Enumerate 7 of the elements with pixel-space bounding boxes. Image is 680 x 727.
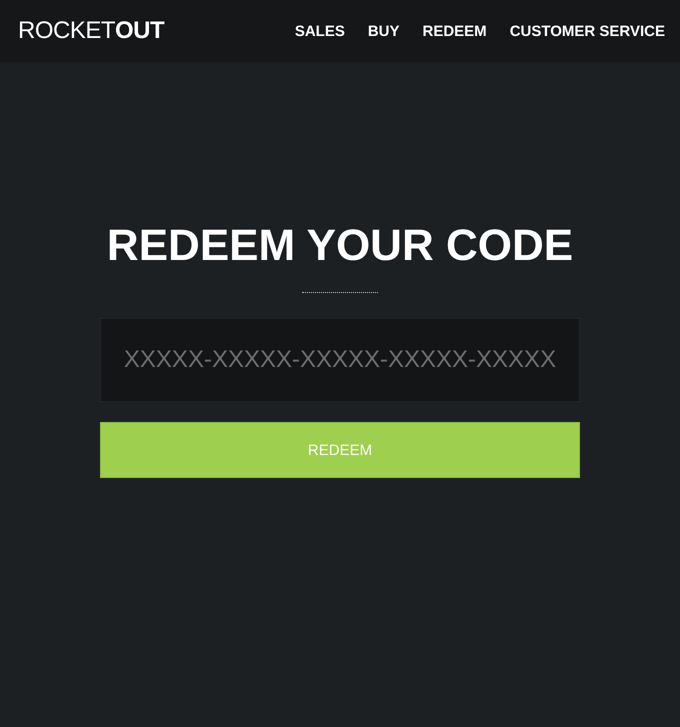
nav-link[interactable]: BUY [368, 22, 400, 40]
nav-link[interactable]: REDEEM [422, 22, 487, 40]
page-title: REDEEM YOUR CODE [106, 222, 574, 270]
nav-link[interactable]: CUSTOMER SERVICE [510, 22, 665, 40]
nav-link[interactable]: SALES [294, 22, 345, 40]
site-logo[interactable]: ROCKETOUT [18, 17, 164, 45]
code-input-field[interactable]: XXXXX-XXXXX-XXXXX-XXXXX-XXXXX [100, 318, 580, 402]
